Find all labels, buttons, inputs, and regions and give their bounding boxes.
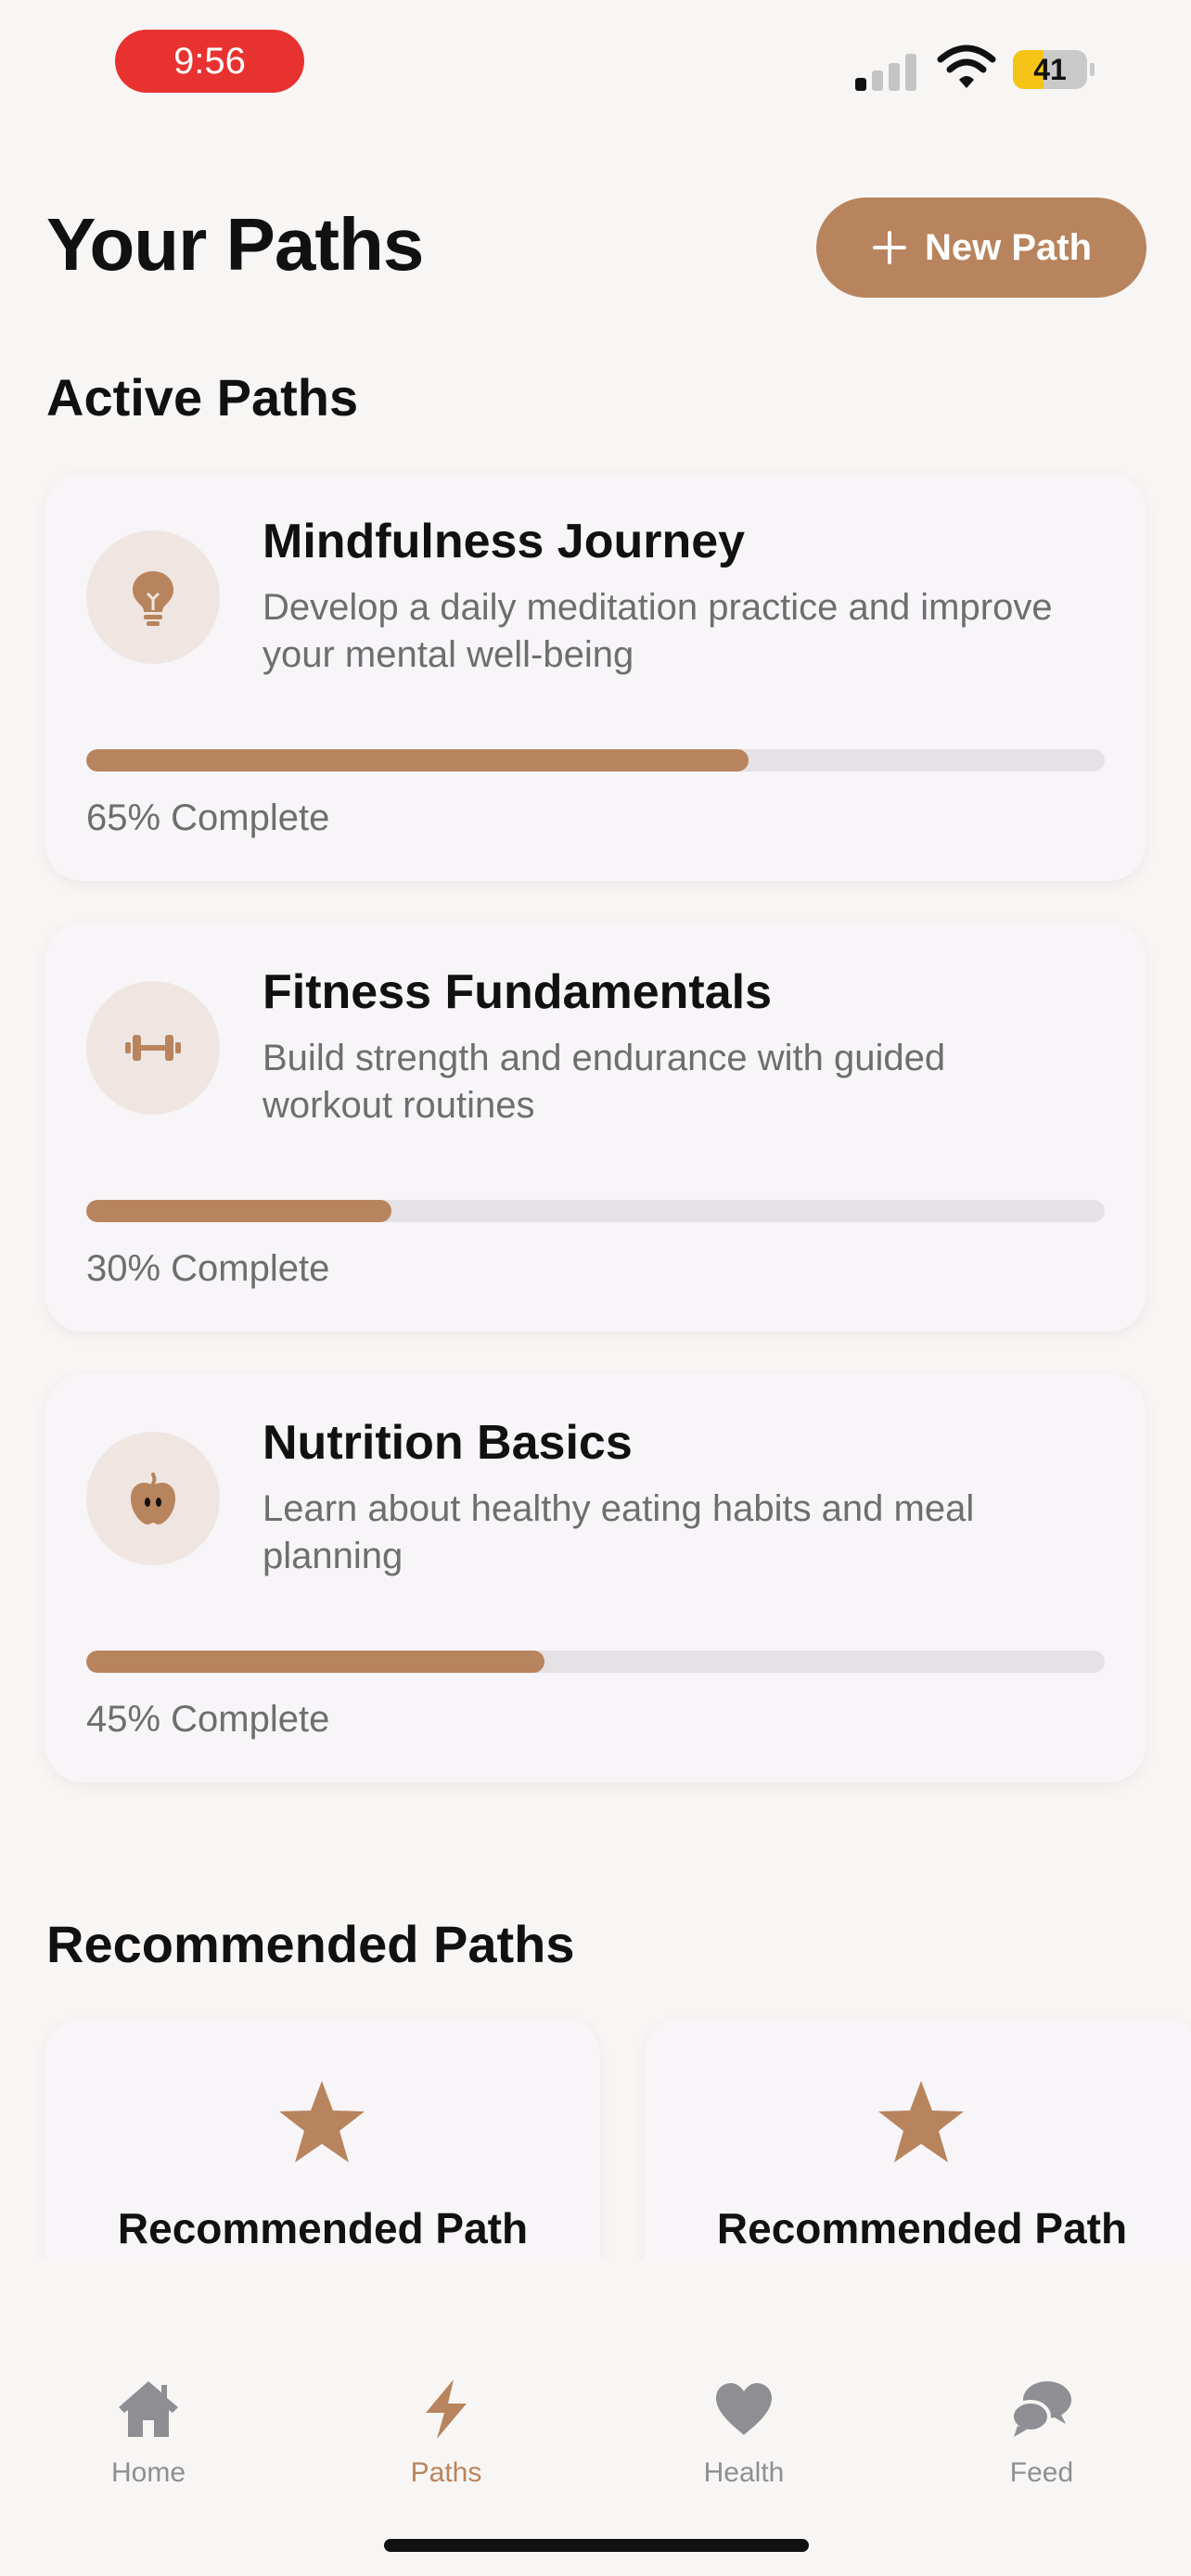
path-title: Nutrition Basics — [263, 1416, 633, 1470]
path-title: Mindfulness Journey — [263, 515, 746, 568]
chat-bubbles-icon — [1010, 2381, 1071, 2437]
tab-home[interactable]: Home — [56, 2376, 241, 2489]
path-description: Develop a daily meditation practice and … — [263, 587, 1053, 675]
path-description: Learn about healthy eating habits and me… — [263, 1488, 975, 1576]
home-indicator — [384, 2539, 809, 2552]
progress-track — [86, 1651, 1105, 1673]
path-icon-container — [86, 1432, 220, 1565]
tab-paths[interactable]: Paths — [353, 2376, 539, 2489]
path-description: Build strength and endurance with guided… — [263, 1038, 946, 1126]
tab-label: Feed — [1009, 2457, 1074, 2488]
lightbulb-icon — [133, 571, 173, 626]
path-card-fitness[interactable]: Fitness Fundamentals Build strength and … — [45, 924, 1146, 1332]
progress-bar — [86, 1200, 392, 1222]
house-icon — [119, 2381, 178, 2437]
status-time: 9:56 — [115, 30, 304, 93]
bolt-icon — [426, 2379, 467, 2439]
path-card-nutrition[interactable]: Nutrition Basics Learn about healthy eat… — [45, 1374, 1146, 1782]
apple-icon — [131, 1473, 175, 1524]
progress-bar — [86, 1651, 545, 1673]
progress-label: 45% Complete — [86, 1699, 330, 1740]
star-icon — [878, 2081, 964, 2162]
heart-icon — [716, 2383, 772, 2435]
path-icon-container — [86, 981, 220, 1115]
page-title: Your Paths — [46, 203, 424, 286]
battery-level: 41 — [1033, 53, 1067, 86]
new-path-label: New Path — [924, 226, 1093, 268]
dumbbell-icon — [125, 1035, 181, 1061]
recommended-scroller[interactable]: Recommended Path Recommended Path — [0, 2014, 1191, 2259]
progress-track — [86, 749, 1105, 772]
recommended-title: Recommended Path — [117, 2204, 529, 2252]
progress-track — [86, 1200, 1105, 1222]
recommended-card[interactable]: Recommended Path — [45, 2018, 600, 2259]
recommended-card[interactable]: Recommended Path — [645, 2018, 1191, 2259]
progress-label: 65% Complete — [86, 797, 330, 838]
section-title-active: Active Paths — [46, 368, 359, 427]
new-path-button[interactable]: New Path — [816, 198, 1146, 298]
tab-label: Home — [110, 2457, 186, 2488]
path-title: Fitness Fundamentals — [263, 965, 772, 1019]
tab-health[interactable]: Health — [651, 2376, 837, 2489]
path-icon-container — [86, 530, 220, 664]
tab-label: Health — [703, 2457, 785, 2488]
progress-bar — [86, 749, 749, 772]
cellular-signal-icon — [855, 48, 920, 91]
battery-indicator: 41 — [1013, 50, 1095, 89]
star-icon — [279, 2081, 365, 2162]
plus-icon — [872, 231, 906, 264]
section-title-recommended: Recommended Paths — [46, 1915, 575, 1973]
path-card-mindfulness[interactable]: Mindfulness Journey Develop a daily medi… — [45, 473, 1146, 881]
tab-label: Paths — [410, 2457, 482, 2488]
wifi-icon — [937, 45, 996, 88]
tab-feed[interactable]: Feed — [949, 2376, 1134, 2489]
progress-label: 30% Complete — [86, 1248, 330, 1289]
recommended-title: Recommended Path — [716, 2204, 1128, 2252]
